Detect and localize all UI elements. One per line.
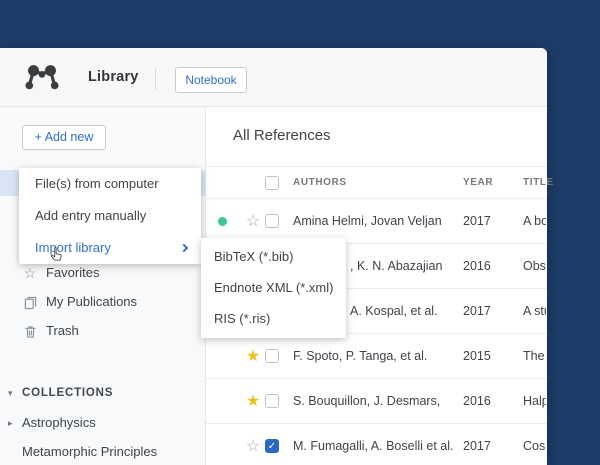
authors-cell: A. Kospal, et al. bbox=[350, 304, 438, 318]
column-header-authors[interactable]: AUTHORS bbox=[293, 167, 347, 199]
select-all-checkbox[interactable] bbox=[265, 176, 279, 190]
add-new-button[interactable]: + Add new bbox=[22, 125, 106, 150]
favorite-star-icon[interactable]: ★ bbox=[242, 379, 264, 424]
mendeley-logo-icon bbox=[25, 65, 59, 90]
desktop-background: Library Notebook + Add new ☆ Favorites M… bbox=[0, 0, 600, 465]
authors-cell: M. Fumagalli, A. Boselli et al. bbox=[293, 439, 454, 453]
year-cell: 2016 bbox=[463, 259, 491, 273]
app-header bbox=[0, 48, 547, 107]
title-cell: Halp bbox=[523, 394, 546, 408]
authors-cell: , K. N. Abazajian bbox=[350, 259, 443, 273]
table-row[interactable]: ★ F. Spoto, P. Tanga, et al. 2015 The bbox=[206, 333, 547, 378]
submenu-item-ris[interactable]: RIS (*.ris) bbox=[201, 303, 346, 334]
table-row[interactable]: ★ S. Bouquillon, J. Desmars, 2016 Halp bbox=[206, 378, 547, 423]
title-cell: Obs bbox=[523, 259, 546, 273]
sidebar-item-astrophysics[interactable]: ▸ Astrophysics bbox=[0, 409, 206, 437]
collections-header-label: COLLECTIONS bbox=[22, 387, 114, 399]
authors-cell: S. Bouquillon, J. Desmars, bbox=[293, 394, 441, 408]
unread-dot-icon bbox=[218, 217, 227, 226]
year-cell: 2017 bbox=[463, 304, 491, 318]
import-library-submenu: BibTeX (*.bib) Endnote XML (*.xml) RIS (… bbox=[201, 238, 346, 338]
favorite-star-icon[interactable]: ☆ bbox=[242, 424, 264, 465]
table-row[interactable]: ☆ Amina Helmi, Jovan Veljan 2017 A bo bbox=[206, 198, 547, 243]
column-header-year[interactable]: YEAR bbox=[463, 167, 493, 199]
page-section-title: All References bbox=[233, 127, 331, 144]
cursor-icon bbox=[50, 246, 62, 261]
menu-item-add-entry-manually[interactable]: Add entry manually bbox=[19, 200, 201, 232]
row-checkbox-checked[interactable]: ✓ bbox=[265, 439, 279, 453]
title-cell: The bbox=[523, 349, 545, 363]
authors-cell: F. Spoto, P. Tanga, et al. bbox=[293, 349, 428, 363]
sidebar-item-metamorphic-principles[interactable]: Metamorphic Principles bbox=[0, 438, 206, 465]
submenu-item-endnote[interactable]: Endnote XML (*.xml) bbox=[201, 272, 346, 303]
row-checkbox[interactable] bbox=[265, 214, 279, 228]
title-cell: Cosm bbox=[523, 439, 546, 453]
sidebar-item-my-publications[interactable]: My Publications bbox=[0, 288, 206, 316]
year-cell: 2016 bbox=[463, 394, 491, 408]
table-row[interactable]: ☆ ✓ M. Fumagalli, A. Boselli et al. 2017… bbox=[206, 423, 547, 465]
sidebar-item-label: My Publications bbox=[46, 294, 138, 309]
title-cell: A bo bbox=[523, 214, 546, 228]
sidebar-item-label: Trash bbox=[46, 323, 79, 338]
year-cell: 2015 bbox=[463, 349, 491, 363]
favorite-star-icon[interactable]: ★ bbox=[242, 334, 264, 379]
year-cell: 2017 bbox=[463, 439, 491, 453]
year-cell: 2017 bbox=[463, 214, 491, 228]
chevron-down-icon[interactable]: ▾ bbox=[8, 379, 20, 407]
menu-item-label: Import library bbox=[35, 240, 111, 255]
title-cell: A stu bbox=[523, 304, 546, 318]
submenu-item-bibtex[interactable]: BibTeX (*.bib) bbox=[201, 241, 346, 272]
menu-item-files-from-computer[interactable]: File(s) from computer bbox=[19, 168, 201, 200]
header-separator bbox=[155, 68, 156, 90]
collection-label: Astrophysics bbox=[22, 415, 96, 430]
notebook-button[interactable]: Notebook bbox=[175, 67, 247, 93]
chevron-right-icon[interactable]: ▸ bbox=[8, 409, 20, 437]
add-new-dropdown-menu: File(s) from computer Add entry manually… bbox=[19, 168, 201, 264]
collection-label: Metamorphic Principles bbox=[22, 444, 158, 459]
table-header-row: AUTHORS YEAR TITLE bbox=[206, 166, 553, 199]
chevron-right-icon bbox=[179, 243, 189, 253]
trash-icon bbox=[22, 317, 38, 345]
sidebar-item-trash[interactable]: Trash bbox=[0, 317, 206, 345]
menu-item-import-library[interactable]: Import library bbox=[19, 232, 201, 264]
row-checkbox[interactable] bbox=[265, 394, 279, 408]
page-title: Library bbox=[88, 69, 139, 85]
pages-icon bbox=[22, 288, 38, 316]
column-header-title[interactable]: TITLE bbox=[523, 167, 554, 199]
collections-section-header[interactable]: ▾ COLLECTIONS bbox=[0, 379, 206, 407]
row-checkbox[interactable] bbox=[265, 349, 279, 363]
